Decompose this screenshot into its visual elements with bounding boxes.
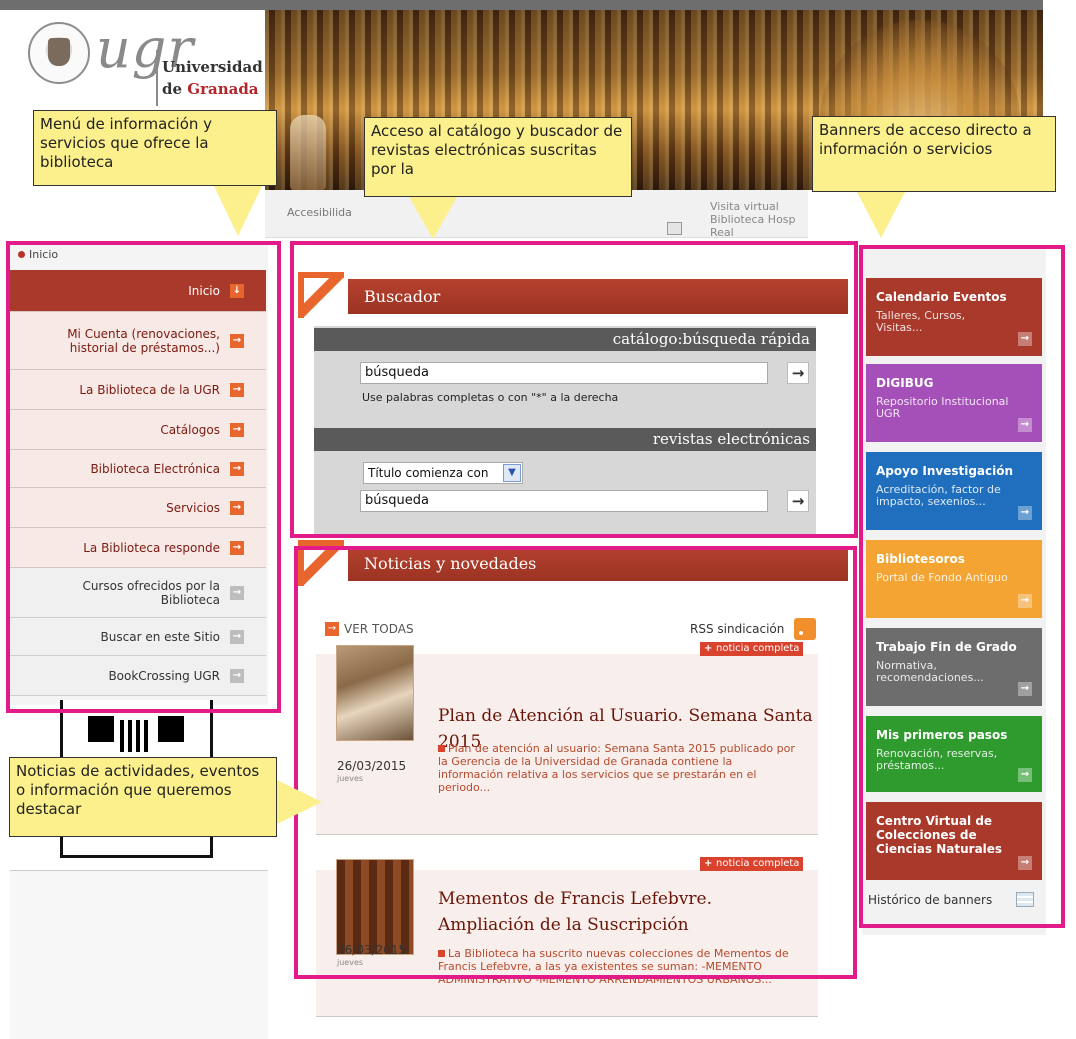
university-seal-icon — [28, 22, 90, 84]
header-photo-bust — [290, 115, 326, 190]
callout-search-pointer — [409, 197, 457, 239]
highlight-frame-news — [294, 546, 857, 979]
accessibility-link[interactable]: Accesibilida — [287, 206, 352, 219]
logo-university-line1: Universidad — [162, 58, 263, 76]
news-divider — [316, 1016, 818, 1017]
virtual-visit-link[interactable]: Visita virtual Biblioteca Hosp Real — [710, 200, 810, 239]
callout-news-pointer — [277, 780, 322, 824]
callout-menu-pointer — [214, 186, 262, 236]
film-icon[interactable] — [667, 222, 682, 235]
callout-banners-pointer — [857, 192, 905, 238]
qr-code-icon[interactable] — [88, 716, 184, 756]
logo-divider — [156, 50, 158, 106]
logo-university-line2: de Granada — [162, 80, 259, 98]
sidebar-bottom — [10, 871, 268, 1039]
top-strip — [0, 0, 1043, 10]
logo-line2-highlight: Granada — [187, 80, 259, 98]
callout-menu: Menú de información y servicios que ofre… — [33, 110, 277, 186]
callout-news: Noticias de actividades, eventos o infor… — [9, 757, 277, 837]
highlight-frame-search — [290, 241, 858, 538]
highlight-frame-banners — [859, 245, 1065, 928]
callout-banners: Banners de acceso directo a información … — [812, 116, 1056, 192]
callout-search: Acceso al catálogo y buscador de revista… — [364, 117, 632, 197]
highlight-frame-menu — [6, 241, 281, 713]
logo-line2-prefix: de — [162, 80, 188, 98]
